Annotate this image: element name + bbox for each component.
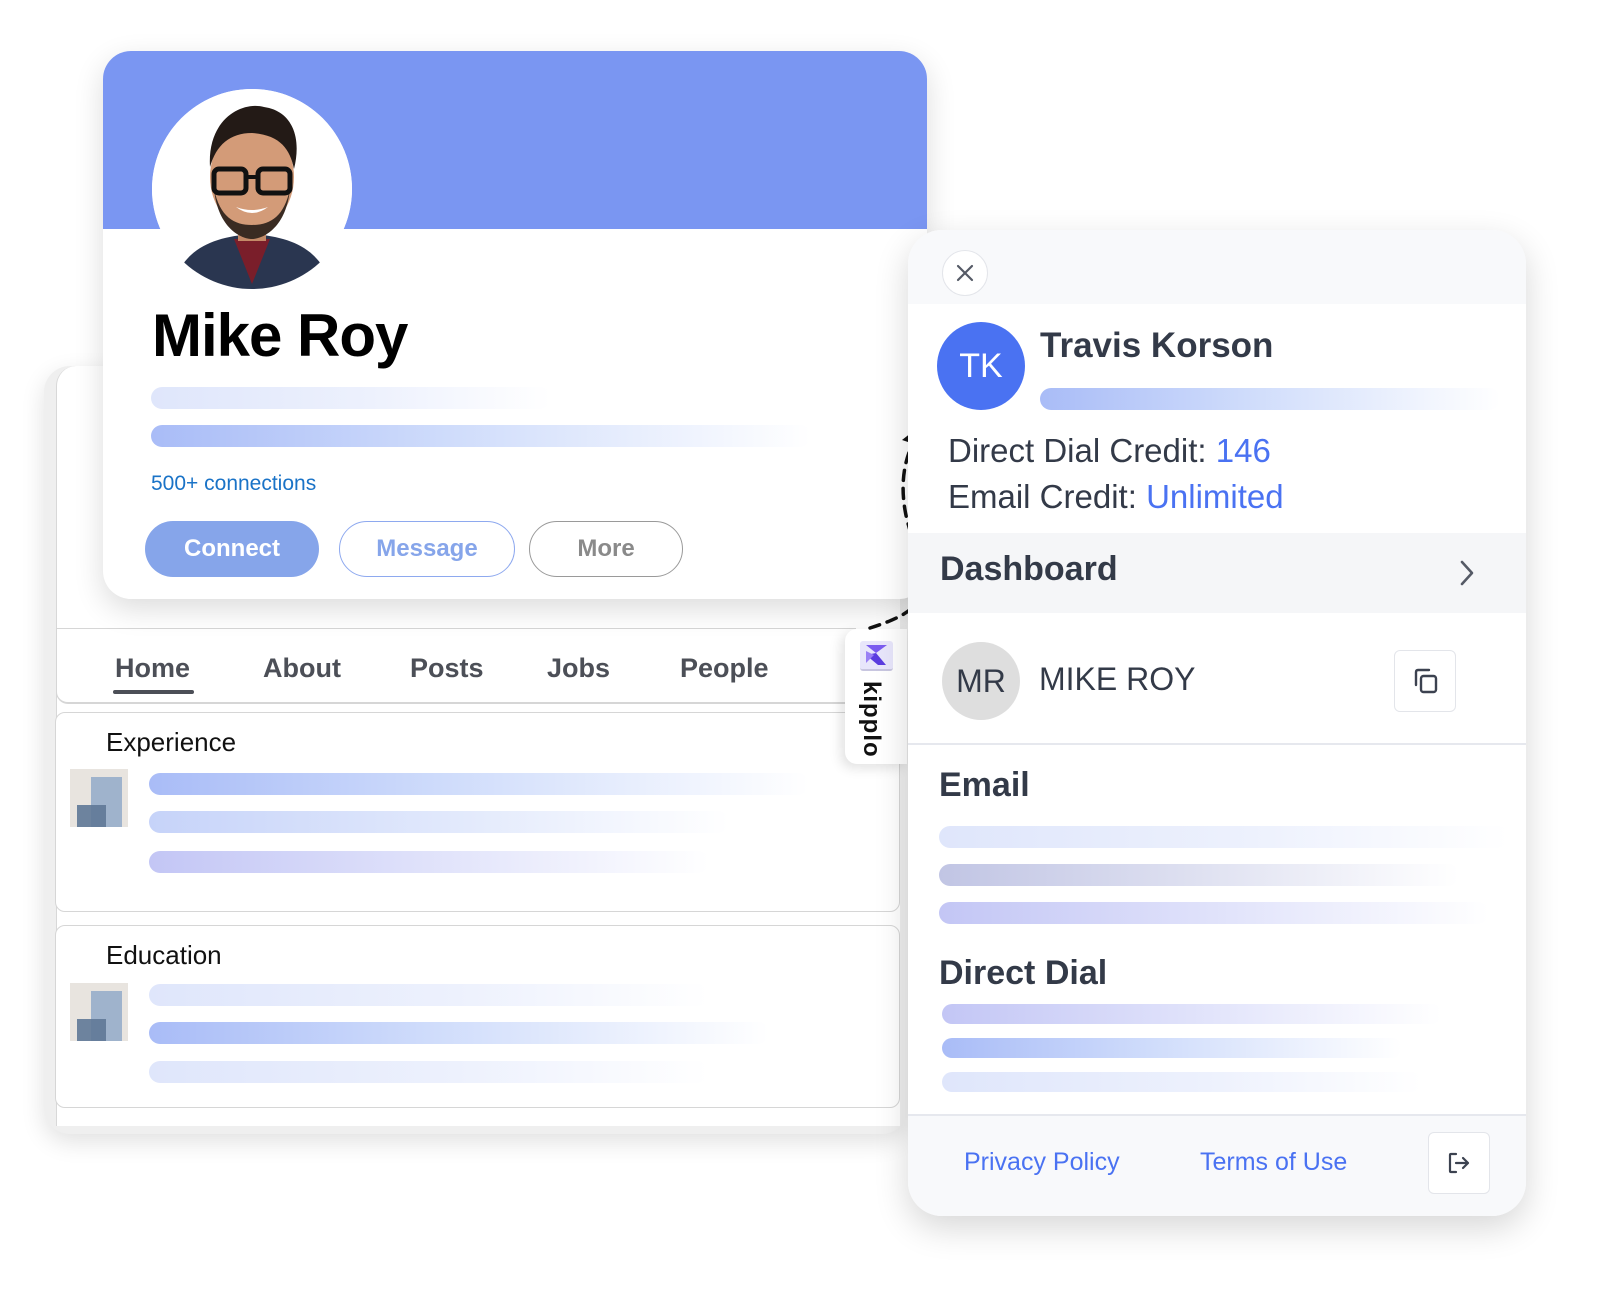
logout-icon	[1448, 1152, 1470, 1174]
nav-tab-people[interactable]: People	[680, 653, 769, 684]
nav-tab-about[interactable]: About	[263, 653, 341, 684]
privacy-policy-link[interactable]: Privacy Policy	[964, 1148, 1120, 1177]
close-button[interactable]	[942, 250, 988, 296]
placeholder-line	[149, 851, 709, 873]
connections-link[interactable]: 500+ connections	[151, 472, 316, 496]
terms-of-use-link[interactable]: Terms of Use	[1200, 1148, 1347, 1177]
direct-dial-placeholder	[942, 1004, 1442, 1024]
email-placeholder	[939, 826, 1509, 848]
chevron-right-icon	[1460, 560, 1474, 586]
kipplo-label: kipplo	[858, 681, 885, 758]
school-logo-icon	[70, 983, 128, 1041]
user-avatar: TK	[937, 322, 1025, 410]
panel-footer: Privacy Policy Terms of Use	[908, 1114, 1526, 1216]
placeholder-line	[149, 1022, 769, 1044]
profile-nav-bar: Home About Posts Jobs People	[56, 628, 856, 704]
copy-button[interactable]	[1394, 650, 1456, 712]
education-title: Education	[106, 940, 222, 970]
placeholder-line	[149, 984, 709, 1006]
headline-placeholder	[151, 387, 551, 409]
profile-card: Mike Roy 500+ connections Connect Messag…	[103, 51, 927, 599]
user-name: Travis Korson	[1040, 326, 1274, 365]
direct-dial-credit-label: Direct Dial Credit:	[948, 432, 1207, 469]
contact-name: MIKE ROY	[1039, 661, 1196, 697]
nav-tab-jobs[interactable]: Jobs	[547, 653, 610, 684]
profile-photo	[152, 89, 352, 289]
dashboard-link[interactable]: Dashboard	[908, 533, 1526, 613]
experience-section: Experience	[55, 712, 900, 912]
direct-dial-credit: Direct Dial Credit: 146	[948, 432, 1271, 470]
user-title-placeholder	[1040, 388, 1500, 410]
email-credit: Email Credit: Unlimited	[948, 478, 1284, 516]
email-section-title: Email	[939, 766, 1030, 804]
experience-title: Experience	[106, 727, 237, 757]
dashboard-label: Dashboard	[940, 550, 1118, 588]
kipplo-logo-icon	[860, 641, 893, 671]
location-placeholder	[151, 425, 811, 447]
profile-name: Mike Roy	[152, 302, 408, 369]
direct-dial-credit-value: 146	[1215, 432, 1271, 469]
direct-dial-placeholder	[942, 1072, 1422, 1092]
contact-avatar: MR	[942, 642, 1020, 720]
email-placeholder	[939, 902, 1489, 924]
company-logo-icon	[70, 769, 128, 827]
logout-button[interactable]	[1428, 1132, 1490, 1194]
direct-dial-placeholder	[942, 1038, 1402, 1058]
email-credit-label: Email Credit:	[948, 478, 1137, 515]
more-button[interactable]: More	[529, 521, 683, 577]
kipplo-panel: TK Travis Korson Direct Dial Credit: 146…	[908, 230, 1526, 1216]
nav-tab-home[interactable]: Home	[112, 653, 195, 694]
person-photo-icon	[152, 89, 352, 289]
copy-icon	[1414, 668, 1438, 694]
nav-tab-posts[interactable]: Posts	[410, 653, 484, 684]
education-section: Education	[55, 925, 900, 1108]
placeholder-line	[149, 811, 729, 833]
connect-button[interactable]: Connect	[145, 521, 319, 577]
email-credit-value: Unlimited	[1146, 478, 1284, 515]
contact-row: MR MIKE ROY	[908, 613, 1526, 745]
email-placeholder	[939, 864, 1459, 886]
direct-dial-section-title: Direct Dial	[939, 954, 1108, 992]
close-icon	[956, 264, 974, 282]
message-button[interactable]: Message	[339, 521, 515, 577]
placeholder-line	[149, 1061, 709, 1083]
placeholder-line	[149, 773, 809, 795]
kipplo-extension-tab[interactable]: kipplo	[845, 629, 907, 764]
panel-header	[908, 230, 1526, 304]
